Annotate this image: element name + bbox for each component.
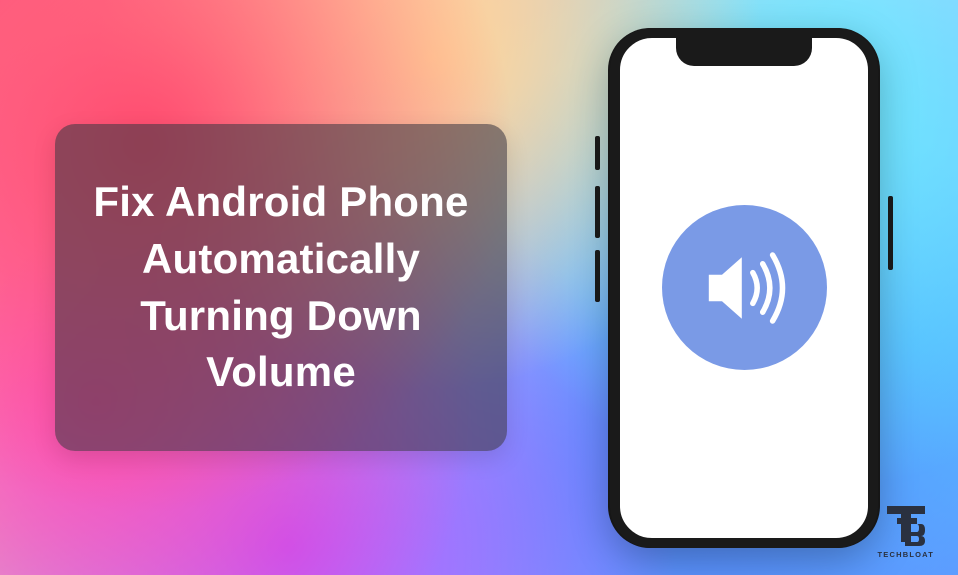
- brand-logo: TECHBLOAT: [878, 500, 935, 559]
- headline-text: Fix Android Phone Automatically Turning …: [93, 174, 469, 401]
- speaker-icon: [689, 233, 799, 343]
- phone-volume-down: [595, 250, 600, 302]
- phone-notch: [676, 36, 812, 66]
- brand-logo-mark: [883, 500, 929, 548]
- main-content: Fix Android Phone Automatically Turning …: [0, 0, 958, 575]
- headline-panel: Fix Android Phone Automatically Turning …: [55, 124, 507, 451]
- phone-mute-switch: [595, 136, 600, 170]
- phone-illustration: [610, 28, 878, 548]
- phone-frame: [610, 28, 878, 548]
- phone-volume-up: [595, 186, 600, 238]
- speaker-badge: [662, 205, 827, 370]
- brand-name: TECHBLOAT: [878, 550, 935, 559]
- phone-power-button: [888, 196, 893, 270]
